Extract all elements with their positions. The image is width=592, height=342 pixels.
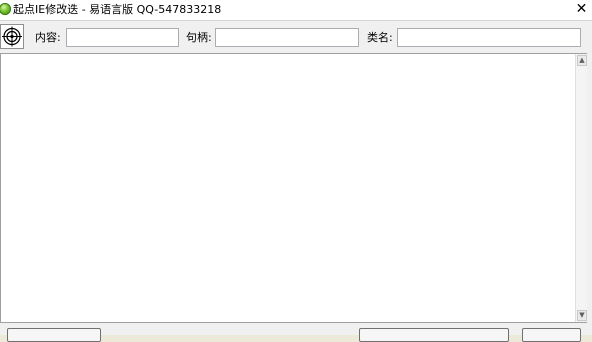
bottom-middle-button[interactable] [359, 328, 509, 342]
bottom-left-button[interactable] [7, 328, 101, 342]
crosshair-target-button[interactable] [0, 24, 24, 49]
handle-input[interactable] [215, 28, 359, 47]
window-title: 起点IE修改迭 - 易语言版 QQ-547833218 [13, 3, 222, 16]
app-window: 起点IE修改迭 - 易语言版 QQ-547833218 ✕ 内容: 句柄: 类名… [0, 0, 592, 342]
class-name-input[interactable] [397, 28, 581, 47]
app-logo-icon [0, 3, 11, 15]
output-text-area[interactable] [0, 53, 587, 323]
bottom-right-button[interactable] [522, 328, 581, 342]
scroll-down-arrow-icon[interactable]: ▼ [577, 310, 587, 321]
handle-label: 句柄: [186, 31, 212, 44]
content-label: 内容: [35, 31, 61, 44]
scroll-up-arrow-icon[interactable]: ▲ [577, 55, 587, 66]
close-button[interactable]: ✕ [575, 2, 588, 16]
title-bar: 起点IE修改迭 - 易语言版 QQ-547833218 ✕ [0, 0, 592, 21]
vertical-scrollbar[interactable]: ▲ ▼ [575, 54, 587, 322]
content-input[interactable] [66, 28, 179, 47]
class-name-label: 类名: [367, 31, 393, 44]
crosshair-target-icon [2, 26, 22, 47]
toolbar: 内容: 句柄: 类名: [0, 21, 592, 53]
